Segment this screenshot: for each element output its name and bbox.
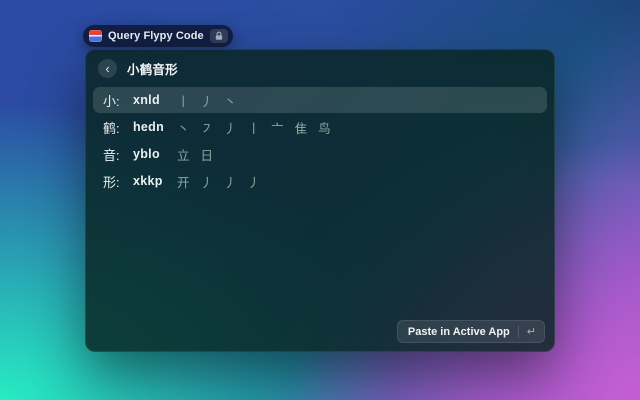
query-window: ‹ 小鹤音形 小: xnld 丨 丿 丶 鹤: hedn 丶 ㇇ 丿 丨 亠 隹… <box>85 49 555 352</box>
char-label: 形: <box>103 174 120 190</box>
list-item-he[interactable]: 鹤: hedn 丶 ㇇ 丿 丨 亠 隹 鸟 <box>93 114 547 140</box>
stroke-glyph: 丶 <box>224 94 237 109</box>
stroke-glyph: 开 <box>177 175 190 190</box>
stroke-glyph: 日 <box>200 148 214 163</box>
enter-key-icon: ↵ <box>526 325 536 338</box>
launcher-pill[interactable]: Query Flypy Code <box>83 25 233 47</box>
stroke-list: 立 日 <box>177 145 213 164</box>
list-item-yin[interactable]: 音: yblo 立 日 <box>93 141 547 167</box>
stroke-glyph: 丨 <box>247 121 261 136</box>
flypy-extension-icon <box>89 30 102 42</box>
list-item-xing[interactable]: 形: xkkp 开 丿 丿 丿 <box>93 168 547 194</box>
char-label: 音: <box>103 147 120 163</box>
stroke-glyph: 丿 <box>200 94 214 109</box>
stroke-glyph: 鸟 <box>318 121 331 136</box>
lock-icon <box>215 31 222 40</box>
code-value: xkkp <box>133 174 163 188</box>
stroke-glyph: 丿 <box>224 121 237 136</box>
char-label: 鹤: <box>103 120 120 136</box>
pill-title: Query Flypy Code <box>108 30 204 42</box>
char-label: 小: <box>103 93 120 109</box>
stroke-glyph: 丿 <box>224 175 237 190</box>
paste-in-active-app-button[interactable]: Paste in Active App ↵ <box>396 320 545 343</box>
button-divider <box>517 325 519 338</box>
stroke-list: 开 丿 丿 丿 <box>177 172 260 191</box>
paste-button-label: Paste in Active App <box>407 325 510 338</box>
stroke-list: 丨 丿 丶 <box>177 91 237 110</box>
stroke-glyph: 丶 <box>177 121 190 136</box>
code-list: 小: xnld 丨 丿 丶 鹤: hedn 丶 ㇇ 丿 丨 亠 隹 鸟 音: y… <box>86 85 554 194</box>
page-title: 小鹤音形 <box>127 63 178 77</box>
code-value: hedn <box>133 120 165 134</box>
stroke-glyph: 丿 <box>247 175 261 190</box>
stroke-glyph: 丨 <box>177 94 190 109</box>
hotkey-badge <box>209 29 228 43</box>
list-item-xiao[interactable]: 小: xnld 丨 丿 丶 <box>93 87 547 113</box>
screen: Query Flypy Code ‹ 小鹤音形 小: xnld 丨 丿 丶 鹤:… <box>0 0 640 400</box>
stroke-glyph: 丿 <box>200 175 214 190</box>
stroke-glyph: 亠 <box>271 121 284 136</box>
chevron-left-icon: ‹ <box>105 60 110 76</box>
stroke-list: 丶 ㇇ 丿 丨 亠 隹 鸟 <box>177 118 331 137</box>
stroke-glyph: 隹 <box>294 121 308 136</box>
window-header: ‹ 小鹤音形 <box>86 50 554 85</box>
back-button[interactable]: ‹ <box>98 59 117 78</box>
stroke-glyph: ㇇ <box>200 121 214 136</box>
code-value: xnld <box>133 93 160 107</box>
code-value: yblo <box>133 147 160 161</box>
stroke-glyph: 立 <box>177 148 190 163</box>
